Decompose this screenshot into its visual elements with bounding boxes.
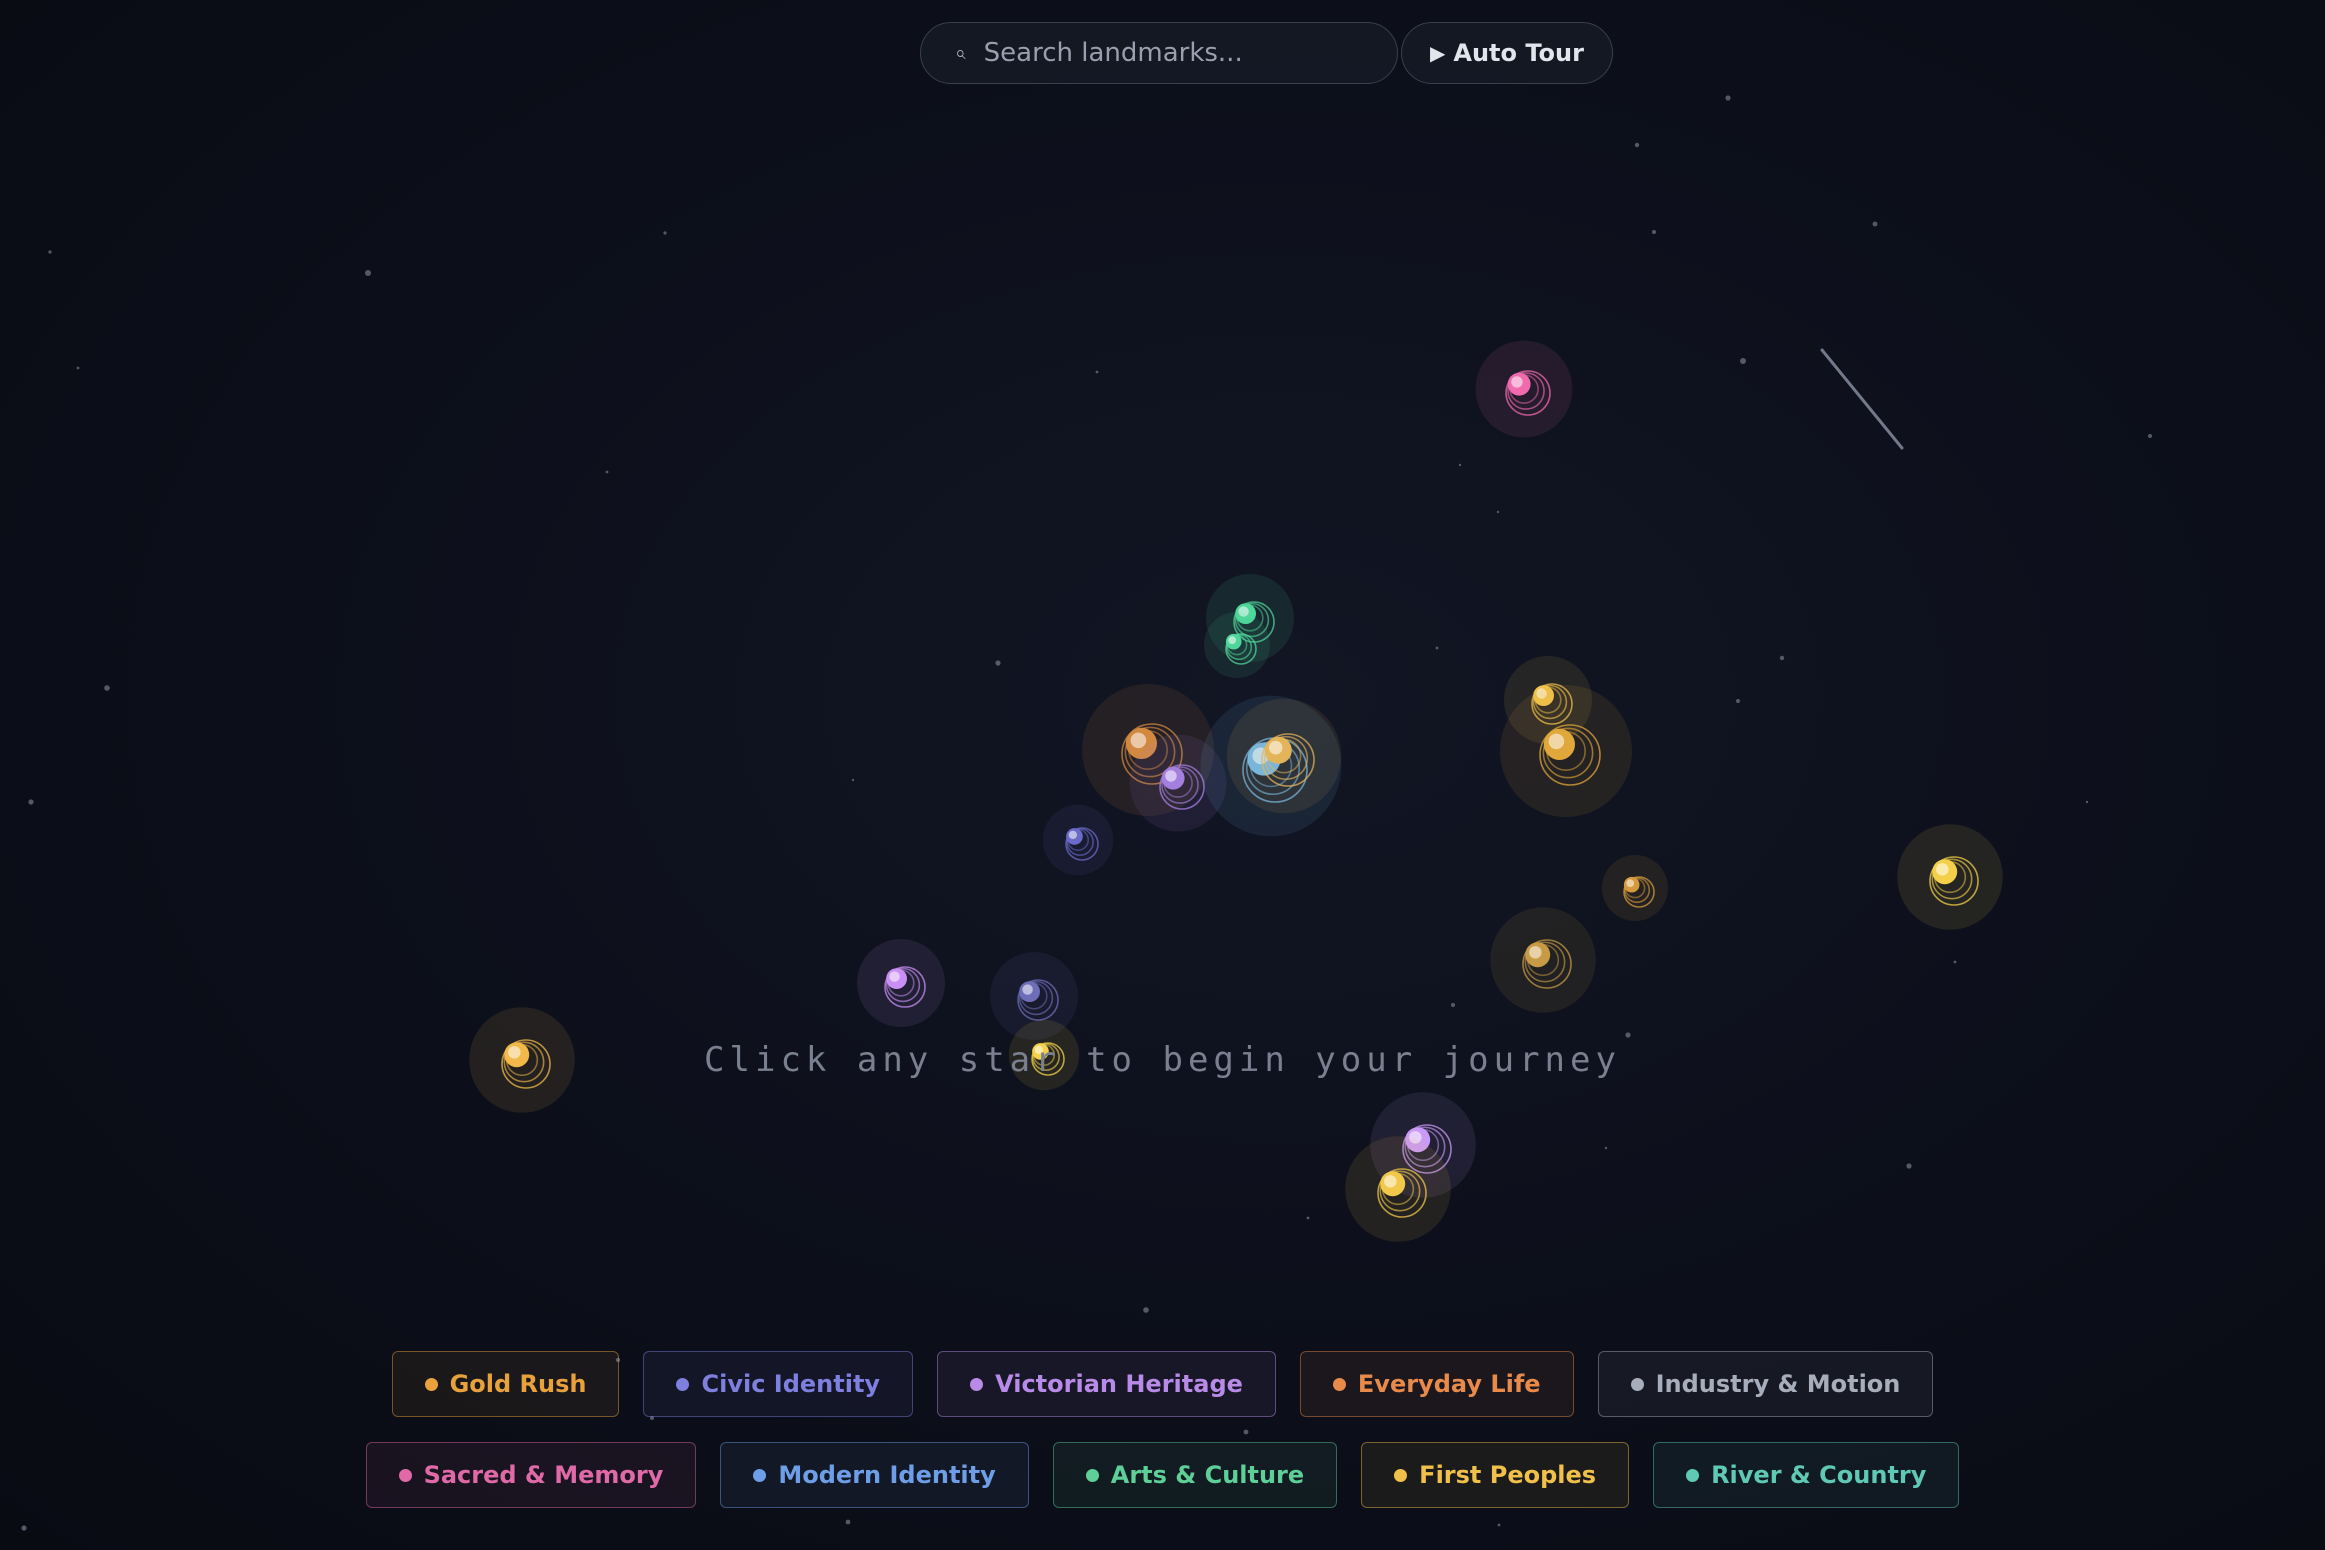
category-row-1: Gold Rush Civic Identity Victorian Heritag… [0,1351,2325,1417]
dust-star [1953,960,1957,964]
dust-star [2148,434,2152,438]
dust-star [1497,1523,1501,1527]
dust-star [1306,1216,1310,1220]
category-dot-icon [1332,1377,1346,1391]
category-label: Victorian Heritage [995,1370,1243,1398]
dust-star [845,1519,851,1525]
category-dot-icon [753,1468,767,1482]
category-label: Gold Rush [449,1370,587,1398]
dust-star [605,470,609,474]
play-icon: ▶ [1430,41,1446,65]
dust-star [1736,699,1740,703]
category-dot-icon [424,1377,438,1391]
top-bar: ⌕ ▶ Auto Tour [920,22,1613,84]
shooting-star [1820,348,1904,450]
instruction-text: Click any star to begin your journey [704,1040,1621,1080]
category-chip-river-and-country[interactable]: River & Country [1653,1442,1960,1508]
dust-star [2085,800,2089,804]
landmark-star[interactable] [1226,698,1342,814]
landmark-star[interactable] [1897,824,2003,930]
category-dot-icon [970,1377,984,1391]
dust-star [995,660,1001,666]
category-chip-sacred-and-memory[interactable]: Sacred & Memory [365,1442,697,1508]
category-dot-icon [1394,1468,1408,1482]
dust-star [1143,1307,1149,1313]
dust-star [1435,646,1439,650]
dust-star [663,231,667,235]
landmark-stars[interactable] [469,340,2003,1242]
dust-star [365,270,371,276]
category-chip-victorian-heritage[interactable]: Victorian Heritage [937,1351,1276,1417]
night-sky: ⌕ ▶ Auto Tour Click any star to begin yo… [0,0,2325,1550]
dust-star [28,799,34,805]
category-chip-gold-rush[interactable]: Gold Rush [391,1351,620,1417]
category-dot-icon [1686,1468,1700,1482]
dust-star [1458,463,1462,467]
category-label: Sacred & Memory [423,1461,664,1489]
dust-star [1906,1163,1912,1169]
landmark-star[interactable] [857,939,945,1027]
landmark-star[interactable] [1490,907,1596,1013]
dust-star [1604,1146,1608,1150]
dust-star [1625,1032,1631,1038]
search-icon: ⌕ [955,42,966,64]
dust-star [1451,1003,1455,1007]
landmark-star[interactable] [1500,685,1632,817]
category-chip-civic-identity[interactable]: Civic Identity [643,1351,914,1417]
search-input[interactable] [981,37,1346,69]
category-chip-modern-identity[interactable]: Modern Identity [720,1442,1029,1508]
dust-star [1634,142,1640,148]
category-chip-industry-and-motion[interactable]: Industry & Motion [1597,1351,1934,1417]
category-dot-icon [1085,1468,1099,1482]
auto-tour-button[interactable]: ▶ Auto Tour [1401,22,1613,84]
dust-star [1243,1429,1249,1435]
dust-star [1652,230,1656,234]
dust-star [1779,655,1785,661]
category-row-2: Sacred & Memory Modern Identity Arts & Cul… [0,1442,2325,1508]
dust-star [104,685,110,691]
dust-star [1496,510,1500,514]
category-label: River & Country [1711,1461,1927,1489]
category-chip-first-peoples[interactable]: First Peoples [1361,1442,1630,1508]
category-label: Industry & Motion [1655,1370,1901,1398]
category-dot-icon [398,1468,412,1482]
category-label: Everyday Life [1357,1370,1541,1398]
star-field [21,95,2152,1531]
landmark-star[interactable] [1204,612,1270,678]
category-chip-everyday-life[interactable]: Everyday Life [1299,1351,1574,1417]
dust-star [851,778,855,782]
dust-star [1872,221,1878,227]
category-dot-icon [676,1377,690,1391]
dust-star [48,250,52,254]
search-bar[interactable]: ⌕ [920,22,1398,84]
landmark-star[interactable] [1602,855,1668,921]
category-label: Civic Identity [701,1370,881,1398]
category-label: Modern Identity [778,1461,996,1489]
category-label: First Peoples [1419,1461,1597,1489]
category-chip-arts-and-culture[interactable]: Arts & Culture [1052,1442,1338,1508]
dust-star [21,1525,27,1531]
dust-star [1725,95,1731,101]
dust-star [1095,370,1099,374]
landmark-star[interactable] [1042,804,1114,876]
auto-tour-label: Auto Tour [1453,39,1584,67]
dust-star [1740,358,1746,364]
landmark-star[interactable] [1475,340,1573,438]
category-label: Arts & Culture [1110,1461,1305,1489]
landmark-star[interactable] [1345,1136,1451,1242]
dust-star [76,366,80,370]
category-dot-icon [1630,1377,1644,1391]
